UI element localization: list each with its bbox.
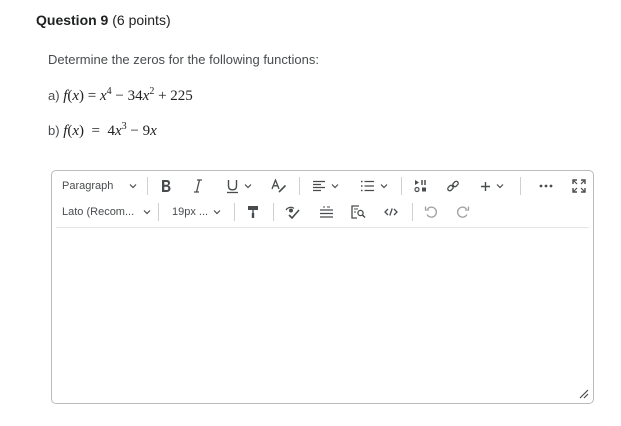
chevron-down-icon xyxy=(143,210,151,215)
function-a-label: a) xyxy=(48,88,60,103)
insert-media-icon xyxy=(414,180,426,193)
toolbar-divider xyxy=(299,177,300,195)
fullscreen-icon xyxy=(572,179,586,193)
underline-icon xyxy=(227,179,238,193)
font-family-dropdown[interactable]: Lato (Recom... xyxy=(62,202,151,222)
link-icon xyxy=(447,180,459,192)
function-a-math: f(x) = x4 − 34x2 + 225 xyxy=(63,86,193,104)
function-b: b) f(x) = 4x3 − 9x xyxy=(48,121,157,140)
find-replace-button[interactable] xyxy=(350,202,366,222)
block-format-dropdown[interactable]: Paragraph xyxy=(62,176,137,196)
function-b-label: b) xyxy=(48,123,60,138)
italic-button[interactable] xyxy=(190,176,206,196)
italic-icon xyxy=(194,179,202,193)
link-button[interactable] xyxy=(445,176,461,196)
editor-toolbar: Paragraph Lato (Recom... 19px ... xyxy=(52,171,593,227)
toolbar-divider xyxy=(158,203,159,221)
toolbar-divider xyxy=(412,203,413,221)
undo-icon xyxy=(424,206,438,218)
accessibility-checker-button[interactable] xyxy=(284,202,300,222)
add-icon xyxy=(481,181,490,191)
resize-icon[interactable] xyxy=(577,387,589,399)
chevron-down-icon xyxy=(129,184,137,189)
align-dropdown[interactable] xyxy=(312,176,339,196)
editor-content-area[interactable] xyxy=(52,228,593,403)
undo-button[interactable] xyxy=(423,202,439,222)
toolbar-divider xyxy=(234,203,235,221)
font-size-dropdown[interactable]: 19px ... xyxy=(172,202,221,222)
add-dropdown[interactable] xyxy=(480,176,504,196)
question-title: Question 9 xyxy=(36,12,109,28)
chevron-down-icon xyxy=(244,184,252,189)
function-b-math: f(x) = 4x3 − 9x xyxy=(63,121,157,139)
question-prompt: Determine the zeros for the following fu… xyxy=(48,52,319,67)
redo-icon xyxy=(456,206,470,218)
font-size-value: 19px ... xyxy=(172,206,209,218)
bold-button[interactable] xyxy=(158,176,174,196)
chevron-down-icon xyxy=(331,184,339,189)
insert-media-button[interactable] xyxy=(413,176,429,196)
bold-icon xyxy=(162,180,171,192)
chevron-down-icon xyxy=(380,184,388,189)
toolbar-divider xyxy=(147,177,148,195)
format-painter-icon xyxy=(248,206,258,218)
text-style-icon xyxy=(271,178,287,193)
accessibility-checker-icon xyxy=(285,206,300,219)
block-format-value: Paragraph xyxy=(62,180,114,192)
redo-button[interactable] xyxy=(455,202,471,222)
chevron-down-icon xyxy=(496,184,504,189)
list-icon xyxy=(361,180,374,192)
equation-button[interactable] xyxy=(318,202,334,222)
toolbar-divider xyxy=(273,203,274,221)
chevron-down-icon xyxy=(213,210,221,215)
question-points: (6 points) xyxy=(112,12,171,28)
equation-icon xyxy=(319,206,333,218)
underline-dropdown[interactable] xyxy=(226,176,252,196)
more-icon xyxy=(539,184,553,188)
question-header: Question 9 (6 points) xyxy=(36,12,171,28)
find-replace-icon xyxy=(350,205,366,219)
align-icon xyxy=(313,180,325,192)
more-button[interactable] xyxy=(537,176,555,196)
fullscreen-button[interactable] xyxy=(570,176,588,196)
source-code-icon xyxy=(384,208,398,216)
format-painter-button[interactable] xyxy=(245,202,261,222)
toolbar-divider xyxy=(520,177,521,195)
function-a: a) f(x) = x4 − 34x2 + 225 xyxy=(48,86,193,105)
text-style-button[interactable] xyxy=(270,176,288,196)
toolbar-divider xyxy=(401,177,402,195)
font-family-value: Lato (Recom... xyxy=(62,206,135,218)
source-code-button[interactable] xyxy=(383,202,399,222)
list-dropdown[interactable] xyxy=(360,176,388,196)
rich-text-editor[interactable]: Paragraph Lato (Recom... 19px ... xyxy=(51,170,594,404)
